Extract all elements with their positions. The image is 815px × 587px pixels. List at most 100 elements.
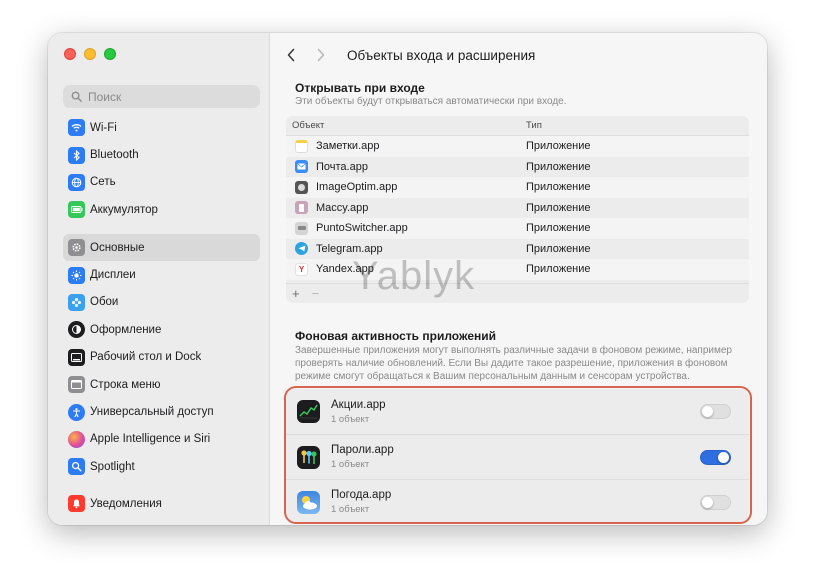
sidebar-item-label: Сеть	[90, 176, 116, 189]
background-activity-title: Фоновая активность приложений	[295, 329, 496, 343]
bluetooth-icon	[68, 146, 85, 164]
row-name: Заметки.app	[316, 140, 380, 153]
battery-icon	[68, 201, 85, 219]
background-item-stocks[interactable]: Акции.app 1 объект	[286, 389, 749, 434]
mail-icon	[295, 160, 308, 174]
weather-toggle[interactable]	[700, 494, 731, 510]
telegram-icon	[295, 242, 308, 256]
chevron-right-icon	[317, 48, 325, 62]
row-name: PuntoSwitcher.app	[316, 222, 408, 235]
row-name: ImageOptim.app	[316, 181, 398, 194]
row-name: Почта.app	[316, 160, 368, 173]
spotlight-icon	[68, 458, 85, 476]
toggle-knob	[702, 406, 713, 417]
gear-icon	[68, 239, 85, 257]
row-type: Приложение	[526, 181, 591, 194]
page-title: Объекты входа и расширения	[347, 47, 536, 63]
flower-icon	[68, 293, 85, 311]
row-name: Maccy.app	[316, 201, 369, 214]
zoom-button[interactable]	[104, 48, 116, 60]
row-type: Приложение	[526, 222, 591, 235]
dock-icon	[68, 348, 85, 366]
add-item-button[interactable]: +	[292, 286, 300, 301]
sidebar-item-label: Рабочий стол и Dock	[90, 351, 202, 364]
background-items-list: Акции.app 1 объект Пароли.app 1 объект П…	[286, 389, 749, 524]
close-button[interactable]	[64, 48, 76, 60]
table-row[interactable]: PuntoSwitcher.app Приложение	[286, 218, 749, 239]
sidebar-item-appearance[interactable]: Оформление	[63, 316, 260, 343]
sidebar-item-wallpaper[interactable]: Обои	[63, 289, 260, 316]
item-name: Акции.app	[331, 398, 386, 411]
sidebar-item-network[interactable]: Сеть	[63, 169, 260, 196]
sidebar-item-notifications[interactable]: Уведомления	[63, 490, 260, 517]
background-item-passwords[interactable]: Пароли.app 1 объект	[286, 434, 749, 479]
sidebar-item-accessibility[interactable]: Универсальный доступ	[63, 398, 260, 425]
item-count: 1 объект	[331, 459, 370, 470]
appearance-icon	[68, 321, 85, 339]
row-name: Telegram.app	[316, 242, 383, 255]
sidebar-item-battery[interactable]: Аккумулятор	[63, 196, 260, 223]
item-name: Погода.app	[331, 489, 392, 501]
sidebar: Поиск Wi-Fi Bluetooth Сеть Аккумулятор О…	[48, 33, 270, 525]
maccy-icon	[295, 201, 308, 215]
yandex-icon: Y	[295, 262, 308, 276]
sidebar-item-label: Spotlight	[90, 460, 135, 473]
remove-item-button[interactable]: −	[312, 286, 320, 301]
column-header-type[interactable]: Тип	[526, 120, 542, 131]
stocks-toggle[interactable]	[700, 404, 731, 419]
search-icon	[71, 91, 82, 102]
sidebar-item-displays[interactable]: Дисплеи	[63, 261, 260, 288]
notes-icon	[295, 139, 308, 153]
sidebar-item-bluetooth[interactable]: Bluetooth	[63, 141, 260, 168]
globe-icon	[68, 173, 85, 191]
passwords-toggle[interactable]	[700, 449, 731, 465]
sidebar-group-notifications: Уведомления	[63, 490, 260, 517]
item-name: Пароли.app	[331, 444, 394, 456]
minimize-button[interactable]	[84, 48, 96, 60]
forward-button[interactable]	[311, 45, 331, 65]
toggle-knob	[718, 451, 729, 463]
siri-icon	[68, 430, 85, 448]
table-row[interactable]: Заметки.app Приложение	[286, 136, 749, 157]
sidebar-item-spotlight[interactable]: Spotlight	[63, 453, 260, 480]
main-pane: Объекты входа и расширения Открывать при…	[271, 33, 767, 525]
stocks-icon	[297, 400, 320, 423]
watermark: Yablyk	[352, 254, 476, 298]
chevron-left-icon	[287, 48, 295, 62]
row-type: Приложение	[526, 242, 591, 255]
open-at-login-title: Открывать при входе	[295, 81, 425, 95]
sidebar-item-label: Оформление	[90, 323, 162, 336]
sidebar-group-network: Wi-Fi Bluetooth Сеть Аккумулятор	[63, 114, 260, 224]
item-count: 1 объект	[331, 504, 370, 515]
row-type: Приложение	[526, 160, 591, 173]
column-header-object[interactable]: Объект	[286, 120, 526, 131]
sidebar-group-system: Основные Дисплеи Обои Оформление Рабочий…	[63, 234, 260, 481]
imageoptim-icon	[295, 180, 308, 194]
toolbar: Объекты входа и расширения	[271, 33, 767, 77]
back-button[interactable]	[281, 45, 301, 65]
toggle-knob	[702, 496, 713, 508]
sidebar-item-label: Wi-Fi	[90, 121, 117, 134]
sidebar-item-wifi[interactable]: Wi-Fi	[63, 114, 260, 141]
table-header: Объект Тип	[286, 116, 749, 136]
sidebar-item-menubar[interactable]: Строка меню	[63, 371, 260, 398]
search-placeholder: Поиск	[88, 89, 122, 104]
sidebar-item-label: Bluetooth	[90, 149, 139, 162]
sidebar-item-label: Основные	[90, 241, 145, 254]
window-controls	[64, 48, 116, 60]
item-count: 1 объект	[331, 413, 370, 425]
search-input[interactable]: Поиск	[63, 85, 260, 108]
background-activity-subtitle: Завершенные приложения могут выполнять р…	[295, 345, 732, 382]
table-row[interactable]: ImageOptim.app Приложение	[286, 177, 749, 198]
row-type: Приложение	[526, 263, 591, 276]
background-item-weather[interactable]: Погода.app 1 объект	[286, 479, 749, 524]
sidebar-item-desktop-dock[interactable]: Рабочий стол и Dock	[63, 344, 260, 371]
table-row[interactable]: Maccy.app Приложение	[286, 197, 749, 218]
passwords-icon	[297, 445, 320, 469]
weather-icon	[297, 490, 320, 514]
sidebar-item-general[interactable]: Основные	[63, 234, 260, 262]
sidebar-item-apple-intelligence[interactable]: Apple Intelligence и Siri	[63, 426, 260, 453]
sidebar-item-label: Дисплеи	[90, 269, 136, 282]
table-row[interactable]: Почта.app Приложение	[286, 156, 749, 177]
row-type: Приложение	[526, 201, 591, 214]
